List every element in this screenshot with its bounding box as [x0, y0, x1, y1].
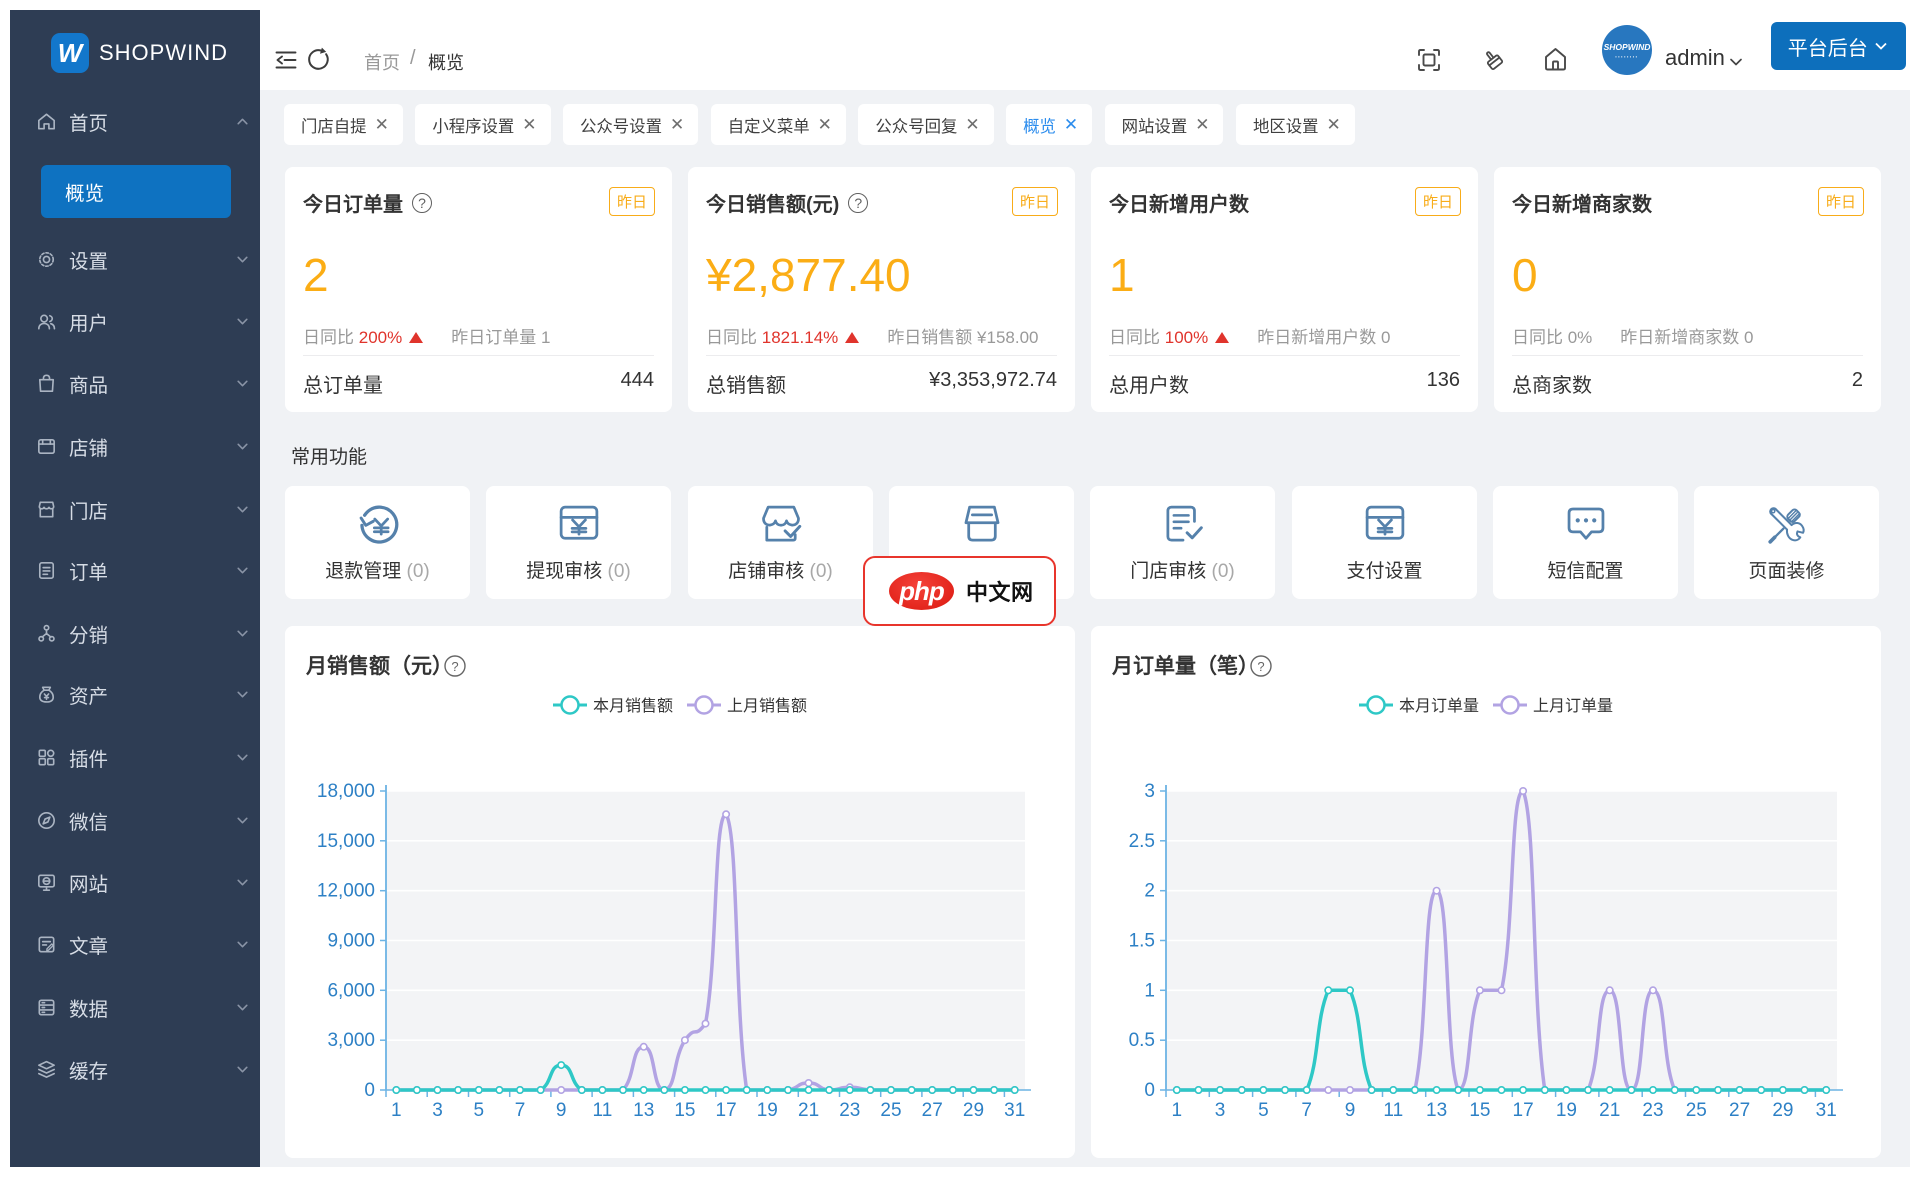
svg-text:0: 0 — [1144, 1080, 1155, 1101]
svg-text:9: 9 — [556, 1100, 567, 1121]
svg-text:19: 19 — [757, 1100, 778, 1121]
svg-text:3: 3 — [1144, 781, 1155, 802]
svg-text:月订单量（笔）: 月订单量（笔） — [1111, 654, 1259, 678]
svg-text:18,000: 18,000 — [317, 781, 375, 802]
svg-text:1.5: 1.5 — [1129, 931, 1155, 952]
svg-text:27: 27 — [922, 1100, 943, 1121]
svg-text:7: 7 — [515, 1100, 526, 1121]
svg-text:0.5: 0.5 — [1129, 1030, 1155, 1051]
svg-text:7: 7 — [1301, 1100, 1312, 1121]
svg-text:31: 31 — [1004, 1100, 1025, 1121]
svg-text:17: 17 — [1513, 1100, 1534, 1121]
svg-text:29: 29 — [1772, 1100, 1793, 1121]
svg-text:17: 17 — [716, 1100, 737, 1121]
svg-text:3: 3 — [1215, 1100, 1226, 1121]
svg-text:25: 25 — [880, 1100, 901, 1121]
svg-text:11: 11 — [593, 1100, 613, 1121]
svg-text:9,000: 9,000 — [327, 931, 375, 952]
svg-text:1: 1 — [1144, 980, 1155, 1001]
svg-text:3: 3 — [432, 1100, 443, 1121]
svg-text:1: 1 — [391, 1100, 402, 1121]
svg-text:0: 0 — [364, 1080, 375, 1101]
svg-text:23: 23 — [1642, 1100, 1663, 1121]
svg-text:5: 5 — [474, 1100, 485, 1121]
svg-text:?: ? — [451, 659, 458, 674]
svg-text:6,000: 6,000 — [327, 980, 375, 1001]
svg-text:本月订单量: 本月订单量 — [1399, 697, 1479, 715]
svg-text:15: 15 — [674, 1100, 695, 1121]
svg-text:15: 15 — [1469, 1100, 1490, 1121]
svg-text:本月销售额: 本月销售额 — [593, 697, 673, 715]
svg-text:12,000: 12,000 — [317, 881, 375, 902]
svg-text:2: 2 — [1144, 881, 1155, 902]
svg-text:1: 1 — [1172, 1100, 1183, 1121]
svg-text:上月订单量: 上月订单量 — [1533, 697, 1613, 715]
svg-text:23: 23 — [839, 1100, 860, 1121]
svg-text:上月销售额: 上月销售额 — [727, 697, 807, 715]
svg-text:3,000: 3,000 — [327, 1030, 375, 1051]
svg-text:月销售额（元）: 月销售额（元） — [305, 654, 453, 678]
svg-text:19: 19 — [1556, 1100, 1577, 1121]
svg-text:13: 13 — [633, 1100, 654, 1121]
svg-text:2.5: 2.5 — [1129, 831, 1155, 852]
svg-text:15,000: 15,000 — [317, 831, 375, 852]
svg-text:29: 29 — [963, 1100, 984, 1121]
svg-text:25: 25 — [1686, 1100, 1707, 1121]
svg-text:27: 27 — [1729, 1100, 1750, 1121]
svg-text:5: 5 — [1258, 1100, 1269, 1121]
svg-text:21: 21 — [798, 1100, 819, 1121]
svg-text:9: 9 — [1345, 1100, 1356, 1121]
svg-text:?: ? — [1257, 659, 1264, 674]
svg-text:31: 31 — [1816, 1100, 1837, 1121]
svg-text:13: 13 — [1426, 1100, 1447, 1121]
svg-text:21: 21 — [1599, 1100, 1620, 1121]
svg-text:11: 11 — [1383, 1100, 1403, 1121]
